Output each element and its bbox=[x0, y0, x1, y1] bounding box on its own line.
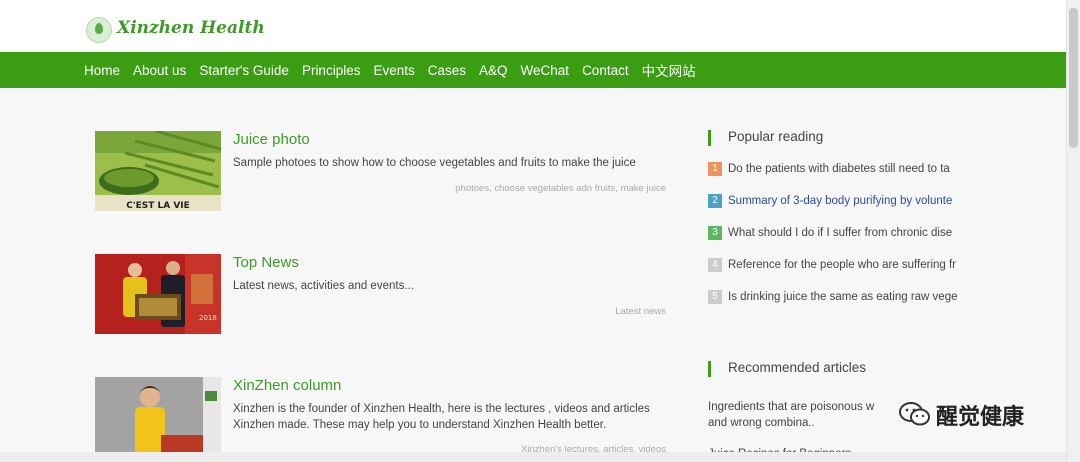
heading-accent-bar bbox=[708, 361, 711, 377]
popular-item-link[interactable]: What should I do if I suffer from chroni… bbox=[728, 227, 952, 239]
article-title[interactable]: Top News bbox=[233, 254, 299, 271]
popular-item[interactable]: 3 What should I do if I suffer from chron… bbox=[708, 226, 970, 242]
heading-accent-bar bbox=[708, 130, 711, 146]
article-juice-photo: C'EST LA VIE Juice photo Sample photoes … bbox=[95, 131, 670, 213]
main-nav: Home About us Starter's Guide Principles… bbox=[0, 52, 1066, 88]
leaf-logo-icon[interactable] bbox=[86, 17, 112, 43]
site-logo-text[interactable]: Xinzhen Health bbox=[117, 18, 265, 38]
article-xinzhen-column: XinZhen column Xinzhen is the founder of… bbox=[95, 377, 670, 457]
article-tags: Latest news bbox=[615, 306, 666, 317]
popular-item[interactable]: 2 Summary of 3-day body purifying by volu… bbox=[708, 194, 970, 210]
rank-badge: 4 bbox=[708, 258, 722, 272]
popular-item-link[interactable]: Reference for the people who are sufferi… bbox=[728, 259, 956, 271]
article-title[interactable]: Juice photo bbox=[233, 131, 310, 148]
recommended-item-link[interactable]: and wrong combina.. bbox=[708, 417, 815, 429]
nav-events[interactable]: Events bbox=[373, 63, 414, 78]
popular-item-link[interactable]: Do the patients with diabetes still need… bbox=[728, 163, 950, 175]
wechat-watermark: 醒觉健康 bbox=[898, 397, 1058, 431]
nav-chinese-site[interactable]: 中文网站 bbox=[642, 60, 696, 80]
nav-wechat[interactable]: WeChat bbox=[521, 63, 570, 78]
nav-principles[interactable]: Principles bbox=[302, 63, 361, 78]
popular-item[interactable]: 5 Is drinking juice the same as eating ra… bbox=[708, 290, 970, 306]
popular-item[interactable]: 1 Do the patients with diabetes still nee… bbox=[708, 162, 970, 178]
popular-item[interactable]: 4 Reference for the people who are suffer… bbox=[708, 258, 970, 274]
nav-aq[interactable]: A&Q bbox=[479, 63, 508, 78]
article-description: Latest news, activities and events... bbox=[233, 280, 414, 292]
thumbnail-caption: C'EST LA VIE bbox=[126, 201, 190, 211]
popular-item-link[interactable]: Summary of 3-day body purifying by volun… bbox=[728, 195, 952, 207]
rank-badge: 2 bbox=[708, 194, 722, 208]
nav-contact[interactable]: Contact bbox=[582, 63, 629, 78]
nav-about-us[interactable]: About us bbox=[133, 63, 186, 78]
site-header: Xinzhen Health bbox=[0, 0, 1066, 52]
popular-item-link[interactable]: Is drinking juice the same as eating raw… bbox=[728, 291, 957, 303]
recommended-item-link[interactable]: Ingredients that are poisonous w bbox=[708, 401, 874, 413]
thumbnail-caption: 2018 bbox=[199, 314, 217, 322]
nav-cases[interactable]: Cases bbox=[428, 63, 466, 78]
article-top-news: 2018 Top News Latest news, activities an… bbox=[95, 254, 670, 336]
bottom-toolbar-strip bbox=[0, 452, 1066, 462]
xinzhen-column-thumbnail[interactable] bbox=[95, 377, 221, 457]
wechat-icon bbox=[898, 400, 932, 428]
nav-home[interactable]: Home bbox=[84, 63, 120, 78]
article-description: Xinzhen is the founder of Xinzhen Health… bbox=[233, 403, 650, 431]
watermark-text: 醒觉健康 bbox=[936, 405, 1025, 430]
article-description: Sample photoes to show how to choose veg… bbox=[233, 157, 636, 169]
rank-badge: 1 bbox=[708, 162, 722, 176]
article-title[interactable]: XinZhen column bbox=[233, 377, 341, 394]
article-tags: photoes, choose vegetables adn fruits, m… bbox=[455, 183, 666, 194]
rank-badge: 3 bbox=[708, 226, 722, 240]
nav-starters-guide[interactable]: Starter's Guide bbox=[199, 63, 289, 78]
rank-badge: 5 bbox=[708, 290, 722, 304]
vertical-scrollbar[interactable] bbox=[1066, 0, 1080, 462]
juice-photo-thumbnail[interactable]: C'EST LA VIE bbox=[95, 131, 221, 211]
top-news-thumbnail[interactable]: 2018 bbox=[95, 254, 221, 334]
scrollbar-thumb[interactable] bbox=[1069, 8, 1078, 148]
